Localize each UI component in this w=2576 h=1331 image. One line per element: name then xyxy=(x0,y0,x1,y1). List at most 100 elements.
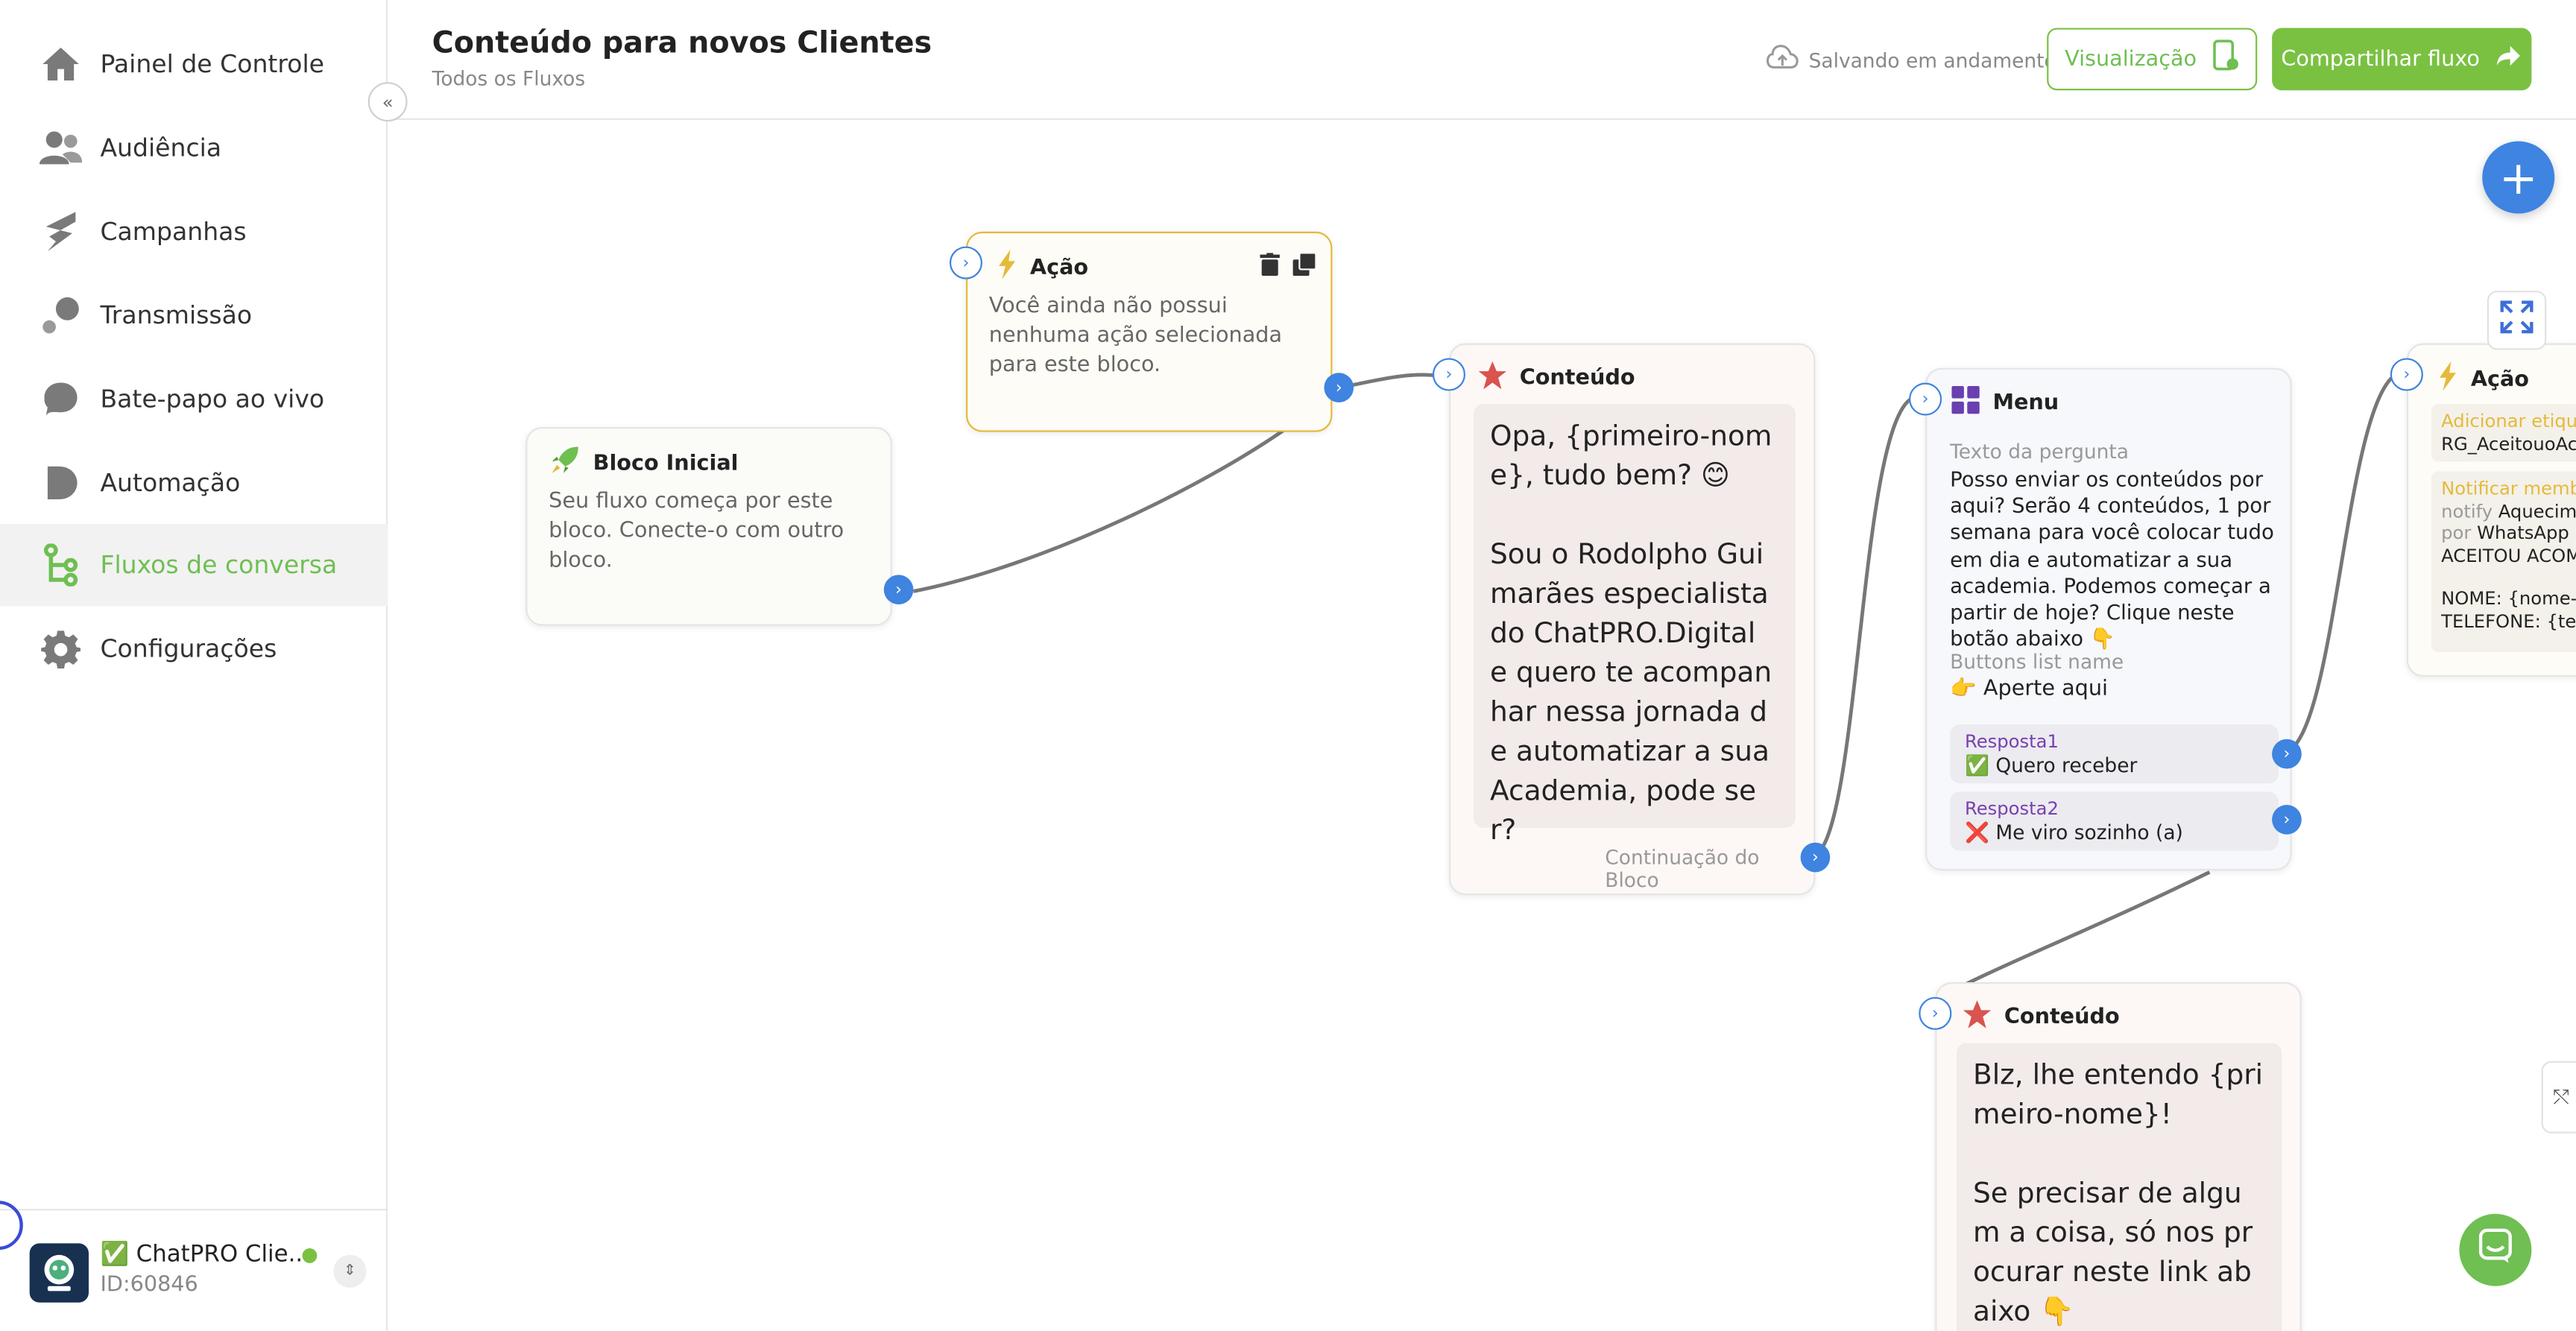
fullscreen-button[interactable] xyxy=(2487,291,2547,350)
sidebar-item-label: Bate-papo ao vivo xyxy=(100,384,325,414)
message-bubble: Blz, lhe entendo {primeiro-nome}! Se pre… xyxy=(1956,1043,2282,1331)
sidebar-item-settings[interactable]: Configurações xyxy=(0,607,388,689)
share-flow-button[interactable]: Compartilhar fluxo xyxy=(2272,28,2532,91)
block-title: Bloco Inicial xyxy=(593,450,739,476)
response-label: Resposta1 xyxy=(1964,730,2059,753)
share-arrow-icon xyxy=(2496,45,2522,75)
grid-icon xyxy=(1951,385,1980,420)
side-panel-toggle[interactable]: ⤲ xyxy=(2541,1060,2576,1134)
response-label: Resposta2 xyxy=(1964,798,2059,820)
output-port[interactable]: › xyxy=(2272,739,2302,769)
block-title: Ação xyxy=(1029,255,1089,280)
chevron-right-icon: › xyxy=(962,253,970,272)
preview-label: Visualização xyxy=(2065,46,2197,72)
continuation-label: Continuação do Bloco xyxy=(1605,846,1760,892)
sidebar-item-flows[interactable]: Fluxos de conversa xyxy=(0,524,388,607)
add-block-button[interactable]: + xyxy=(2482,141,2555,214)
expand-icon xyxy=(2500,300,2534,340)
sidebar-item-label: Automação xyxy=(100,468,241,498)
notify-text: NOME: {nome-c xyxy=(2441,588,2576,610)
broadcast-icon xyxy=(40,294,82,337)
response-button[interactable]: Resposta1 ✅ Quero receber xyxy=(1950,724,2279,784)
sidebar-item-dashboard[interactable]: Painel de Controle xyxy=(0,23,388,105)
block-title: Conteúdo xyxy=(2004,1005,2120,1030)
block-title: Menu xyxy=(1992,391,2059,416)
sidebar-item-label: Transmissão xyxy=(100,300,253,331)
input-port[interactable]: › xyxy=(1919,996,1952,1030)
output-port[interactable]: › xyxy=(883,575,914,605)
question-text: Posso enviar os conteúdos por aqui? Serã… xyxy=(1950,466,2274,651)
chevron-up-down-icon[interactable]: ⇕ xyxy=(333,1254,367,1288)
chat-icon xyxy=(2478,1228,2512,1271)
support-chat-button[interactable] xyxy=(2459,1213,2532,1286)
output-port[interactable]: › xyxy=(2272,804,2302,835)
flow-icon xyxy=(40,543,82,587)
save-status: Salvando em andamento xyxy=(1766,45,2056,76)
star-icon xyxy=(1963,1000,1992,1034)
sidebar-item-label: Painel de Controle xyxy=(100,49,325,79)
block-title: Ação xyxy=(2470,367,2530,392)
input-port[interactable]: › xyxy=(1432,358,1465,391)
chevron-right-icon: › xyxy=(2283,744,2291,763)
home-icon xyxy=(40,42,82,85)
automation-icon xyxy=(40,461,82,504)
flow-toggle-icon: ⤲ xyxy=(2553,1084,2569,1108)
preview-button[interactable]: Visualização xyxy=(2047,28,2258,91)
sidebar-item-broadcast[interactable]: Transmissão xyxy=(0,274,388,356)
breadcrumb[interactable]: Todos os Fluxos xyxy=(432,67,585,90)
input-port[interactable]: › xyxy=(949,246,982,279)
page-title: Conteúdo para novos Clientes xyxy=(432,26,932,61)
sidebar-item-label: Configurações xyxy=(100,633,277,664)
chevron-right-icon: › xyxy=(1445,365,1453,384)
output-port[interactable]: › xyxy=(1324,373,1354,402)
sidebar-item-label: Campanhas xyxy=(100,216,247,247)
list-name: 👉 Aperte aqui xyxy=(1950,677,2108,702)
header: Conteúdo para novos Clientes Todos os Fl… xyxy=(389,0,2576,120)
sidebar-item-label: Fluxos de conversa xyxy=(100,550,338,581)
message-bubble: Opa, {primeiro-nome}, tudo bem? 😊 Sou o … xyxy=(1473,404,1796,847)
input-port[interactable]: › xyxy=(2390,358,2423,391)
sidebar-item-live-chat[interactable]: Bate-papo ao vivo xyxy=(0,358,388,440)
chevron-right-icon: › xyxy=(2283,810,2291,829)
account-switcher[interactable]: ✅ ChatPRO Clie... ID:60846 ⇕ xyxy=(0,1209,388,1331)
account-name: ✅ ChatPRO Clie... xyxy=(100,1242,311,1268)
rocket-icon xyxy=(550,445,580,481)
response-text: ❌ Me viro sozinho (a) xyxy=(1964,821,2183,844)
phone-icon xyxy=(2213,39,2239,79)
question-label: Texto da pergunta xyxy=(1950,440,2130,464)
list-label: Buttons list name xyxy=(1950,650,2124,674)
share-label: Compartilhar fluxo xyxy=(2281,46,2480,72)
flow-canvas[interactable]: Bloco Inicial Seu fluxo começa por este … xyxy=(389,121,2576,1331)
double-chevron-left-icon: « xyxy=(382,91,394,113)
cloud-upload-icon xyxy=(1766,45,1799,76)
notify-value: Aquecime xyxy=(2498,500,2576,522)
action-block[interactable]: Ação Adicionar etiqueta RG_AceitouoAc No… xyxy=(2390,343,2576,677)
block-title: Conteúdo xyxy=(1519,366,1635,391)
notify-prefix: por xyxy=(2441,522,2472,544)
chevron-right-icon: › xyxy=(1335,379,1342,397)
trash-icon[interactable] xyxy=(1260,251,1280,282)
content-block[interactable]: Conteúdo Opa, {primeiro-nome}, tudo bem?… xyxy=(1432,343,1831,896)
star-icon xyxy=(1478,361,1507,396)
chevron-right-icon: › xyxy=(1812,848,1819,867)
duplicate-icon[interactable] xyxy=(1292,251,1317,282)
input-port[interactable]: › xyxy=(1909,382,1942,416)
content-block[interactable]: Conteúdo Blz, lhe entendo {primeiro-nome… xyxy=(1919,981,2302,1331)
sidebar-item-campaigns[interactable]: Campanhas xyxy=(0,191,388,273)
sidebar-item-automation[interactable]: Automação xyxy=(0,442,388,524)
output-port[interactable]: › xyxy=(1800,842,1831,873)
save-status-text: Salvando em andamento xyxy=(1808,48,2056,72)
chevron-right-icon: › xyxy=(2403,365,2411,384)
action-block[interactable]: Ação Você ainda não possui nenhuma ação … xyxy=(949,231,1354,432)
response-button[interactable]: Resposta2 ❌ Me viro sozinho (a) xyxy=(1950,791,2279,851)
users-icon xyxy=(39,127,83,169)
sidebar-item-audience[interactable]: Audiência xyxy=(0,107,388,189)
sidebar: Painel de Controle Audiência Campanhas T… xyxy=(0,0,388,1331)
menu-block[interactable]: Menu Texto da pergunta Posso enviar os c… xyxy=(1909,367,2302,871)
notify-text: ACEITOU ACOM xyxy=(2441,544,2576,566)
tag-action: Adicionar etiqueta RG_AceitouoAc xyxy=(2431,404,2576,462)
start-block[interactable]: Bloco Inicial Seu fluxo começa por este … xyxy=(525,427,914,626)
avatar xyxy=(29,1243,89,1303)
collapse-sidebar-button[interactable]: « xyxy=(367,82,408,122)
tag-value: RG_AceitouoAc xyxy=(2441,433,2576,455)
